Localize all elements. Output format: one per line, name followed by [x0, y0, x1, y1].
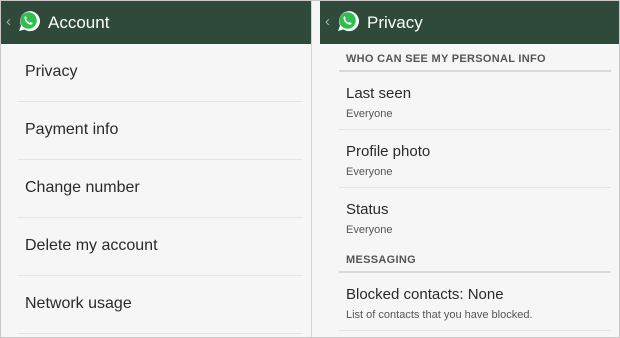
menu-item-delete-account[interactable]: Delete my account — [17, 218, 303, 276]
setting-value: Everyone — [346, 108, 393, 120]
screenshot-frame: ‹ Account Privacy Payment info Change nu… — [0, 0, 620, 338]
menu-item-payment-info[interactable]: Payment info — [17, 102, 303, 160]
setting-title: Last seen — [346, 85, 412, 102]
back-chevron-icon[interactable]: ‹ — [325, 14, 330, 29]
section-header-messaging: MESSAGING — [339, 245, 611, 273]
menu-item-privacy[interactable]: Privacy — [17, 44, 303, 102]
menu-item-label: Privacy — [25, 63, 78, 80]
setting-blocked-contacts[interactable]: Blocked contacts: None List of contacts … — [339, 273, 611, 331]
account-menu-list: Privacy Payment info Change number Delet… — [1, 44, 311, 334]
section-header-personal-info: WHO CAN SEE MY PERSONAL INFO — [339, 44, 611, 72]
setting-value: Everyone — [346, 166, 393, 178]
setting-value: Everyone — [346, 224, 393, 236]
menu-item-network-usage[interactable]: Network usage — [17, 276, 303, 334]
whatsapp-logo-icon[interactable] — [333, 8, 361, 36]
menu-item-label: Network usage — [25, 295, 132, 312]
back-chevron-icon[interactable]: ‹ — [6, 14, 11, 29]
account-action-bar: ‹ Account — [1, 1, 311, 44]
section-header-label: WHO CAN SEE MY PERSONAL INFO — [346, 53, 546, 65]
privacy-title: Privacy — [367, 13, 423, 32]
menu-item-label: Delete my account — [25, 237, 158, 254]
section-header-label: MESSAGING — [346, 254, 416, 266]
menu-item-label: Payment info — [25, 121, 119, 138]
setting-last-seen[interactable]: Last seen Everyone — [339, 72, 611, 130]
privacy-screen: ‹ Privacy WHO CAN SEE MY PERSONAL INFO L… — [320, 1, 619, 337]
menu-item-change-number[interactable]: Change number — [17, 160, 303, 218]
setting-description: List of contacts that you have blocked. — [346, 309, 533, 321]
account-title: Account — [48, 13, 110, 32]
setting-title: Blocked contacts: None — [346, 286, 504, 303]
setting-profile-photo[interactable]: Profile photo Everyone — [339, 130, 611, 188]
account-screen: ‹ Account Privacy Payment info Change nu… — [1, 1, 312, 337]
setting-title: Status — [346, 201, 389, 218]
privacy-action-bar: ‹ Privacy — [320, 1, 619, 44]
setting-status[interactable]: Status Everyone — [339, 188, 611, 245]
menu-item-label: Change number — [25, 179, 140, 196]
privacy-settings-list: WHO CAN SEE MY PERSONAL INFO Last seen E… — [320, 44, 619, 331]
whatsapp-logo-icon[interactable] — [14, 8, 42, 36]
setting-title: Profile photo — [346, 143, 431, 160]
